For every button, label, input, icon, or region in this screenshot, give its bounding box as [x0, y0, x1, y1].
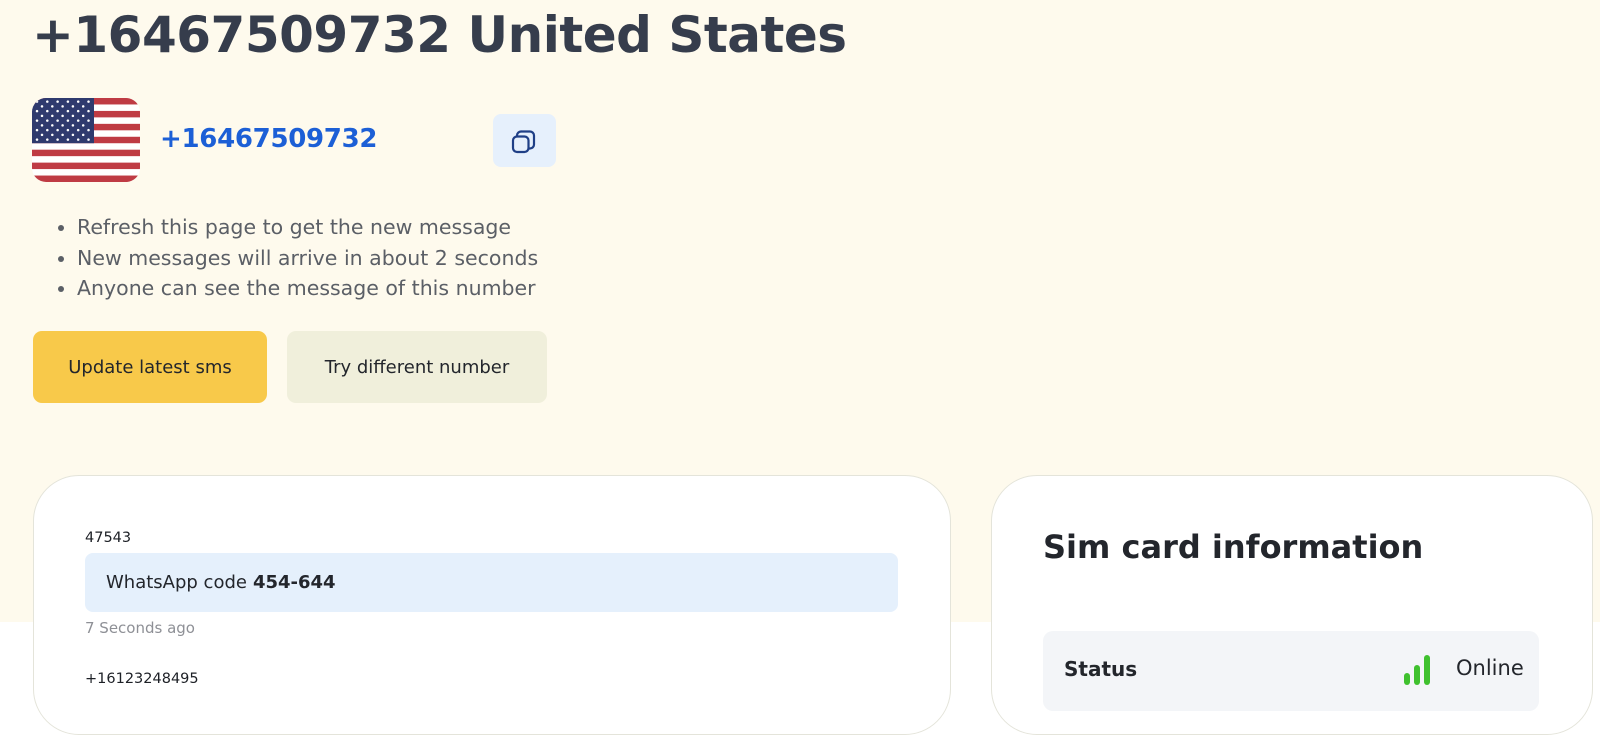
message-text: WhatsApp code	[106, 572, 247, 593]
info-item-visibility: Anyone can see the message of this numbe…	[77, 273, 538, 304]
phone-number-link[interactable]: +16467509732	[160, 124, 377, 154]
info-item-arrival: New messages will arrive in about 2 seco…	[77, 243, 538, 274]
page-title: +16467509732 United States	[32, 6, 847, 64]
copy-number-button[interactable]	[493, 114, 556, 167]
update-latest-sms-button[interactable]: Update latest sms	[33, 331, 267, 403]
sim-card-info-card: Sim card information Status Online	[991, 475, 1593, 735]
try-different-number-button[interactable]: Try different number	[287, 331, 547, 403]
sim-card-title: Sim card information	[1043, 528, 1424, 566]
signal-bars-icon	[1404, 655, 1430, 685]
message-sender: +16123248495	[85, 671, 199, 687]
message-sender: 47543	[85, 530, 132, 546]
message-code[interactable]: 454-644	[253, 572, 336, 593]
info-item-refresh: Refresh this page to get the new message	[77, 212, 538, 243]
message-bubble: WhatsApp code 454-644	[85, 553, 898, 612]
messages-card: 47543 WhatsApp code 454-644 7 Seconds ag…	[33, 475, 951, 735]
info-list: Refresh this page to get the new message…	[48, 212, 538, 304]
message-timestamp: 7 Seconds ago	[85, 619, 195, 637]
status-value: Online	[1456, 656, 1524, 680]
copy-icon	[511, 129, 535, 153]
status-row: Status Online	[1043, 631, 1539, 711]
status-label: Status	[1064, 657, 1138, 681]
us-flag-icon	[32, 98, 140, 182]
